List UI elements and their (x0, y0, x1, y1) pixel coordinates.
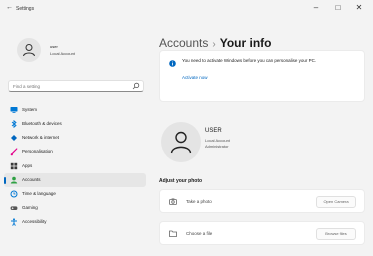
breadcrumb: Accounts › Your info (159, 36, 271, 50)
brush-icon (10, 148, 18, 156)
profile-name: USER (205, 128, 222, 134)
sidebar-item-label: Network & internet (22, 135, 60, 140)
choose-file-label: Choose a file (186, 231, 213, 236)
browse-files-button[interactable]: Browse files (316, 228, 356, 240)
notice-text: You need to activate Windows before you … (182, 58, 317, 63)
take-photo-row: Take a photo Open Camera (159, 189, 365, 213)
sidebar-item-label: Apps (22, 163, 33, 168)
open-camera-button[interactable]: Open Camera (316, 196, 356, 208)
sidebar: user Local Account System Bluetooth & de… (0, 22, 150, 256)
person-icon (170, 131, 192, 154)
apps-icon (10, 162, 18, 170)
person-icon (10, 176, 18, 184)
search-icon[interactable] (132, 82, 140, 90)
sidebar-item-label: Accounts (22, 177, 41, 182)
maximize-button[interactable]: □ (331, 3, 345, 12)
wifi-icon (11, 135, 17, 141)
clock-globe-icon (10, 190, 18, 198)
back-arrow-icon[interactable]: ← (6, 4, 13, 11)
bluetooth-icon (11, 120, 17, 128)
sidebar-item-label: Personalisation (22, 149, 53, 154)
sidebar-item-time-language[interactable]: Time & language (4, 187, 146, 201)
accessibility-icon (11, 218, 17, 226)
sidebar-item-label: Time & language (22, 191, 56, 196)
sidebar-item-accounts[interactable]: Accounts (4, 173, 146, 187)
display-icon (10, 107, 18, 113)
sidebar-item-network-internet[interactable]: Network & internet (4, 131, 146, 145)
close-button[interactable]: ✕ (352, 3, 366, 12)
choose-file-row: Choose a file Browse files (159, 221, 365, 245)
sidebar-item-system[interactable]: System (4, 103, 146, 117)
sidebar-item-label: Gaming (22, 205, 38, 210)
profile-role: Administrator (205, 144, 229, 149)
sidebar-item-gaming[interactable]: Gaming (4, 201, 146, 215)
sidebar-item-personalisation[interactable]: Personalisation (4, 145, 146, 159)
window-title: Settings (16, 6, 35, 12)
camera-icon (169, 198, 177, 205)
selection-indicator (4, 177, 6, 184)
breadcrumb-parent[interactable]: Accounts (159, 36, 208, 50)
sidebar-item-label: Bluetooth & devices (22, 121, 62, 126)
search-input[interactable] (13, 82, 123, 91)
minimize-button[interactable]: – (309, 3, 323, 12)
activation-notice: You need to activate Windows before you … (159, 50, 365, 102)
sidebar-item-label: Accessibility (22, 219, 47, 224)
sidebar-user-account-type: Local Account (50, 51, 75, 56)
take-photo-label: Take a photo (186, 199, 212, 204)
profile-account-type: Local Account (205, 138, 230, 143)
page-title: Your info (219, 36, 272, 50)
sidebar-item-accessibility[interactable]: Accessibility (4, 215, 146, 229)
folder-icon (169, 230, 177, 237)
avatar[interactable] (17, 38, 41, 62)
title-bar: ← Settings – □ ✕ (0, 0, 373, 22)
main-content: Accounts › Your info You need to activate … (150, 22, 373, 256)
profile-avatar (161, 122, 201, 162)
adjust-photo-heading: Adjust your photo (159, 178, 203, 184)
chevron-right-icon: › (212, 39, 216, 50)
sidebar-item-bluetooth-devices[interactable]: Bluetooth & devices (4, 117, 146, 131)
info-icon (169, 60, 176, 67)
gamepad-icon (10, 206, 18, 210)
sidebar-item-apps[interactable]: Apps (4, 159, 146, 173)
activate-now-link[interactable]: Activate now (182, 75, 208, 80)
sidebar-item-label: System (22, 107, 38, 112)
person-icon (23, 44, 35, 57)
sidebar-user-name: user (50, 44, 58, 49)
search-box[interactable] (8, 80, 144, 92)
